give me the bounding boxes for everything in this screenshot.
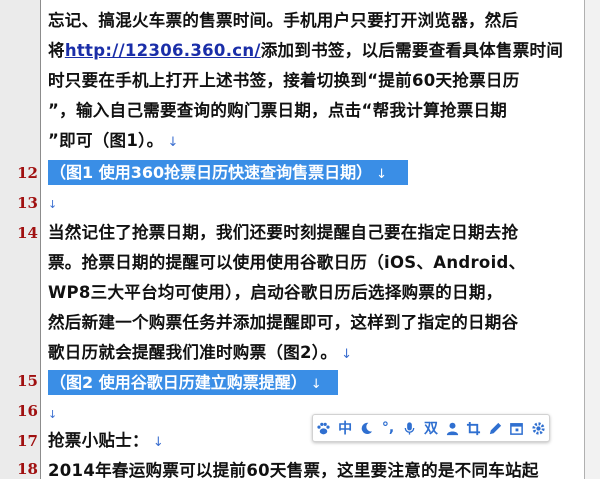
- text-line[interactable]: 然后新建一个购票任务并添加提醒即可，这样到了指定的日期谷: [48, 312, 518, 334]
- caption-text: （图2 使用谷歌日历建立购票提醒）: [50, 373, 307, 392]
- text-line[interactable]: 歌日历就会提醒我们准时购票（图2）。 ↓: [48, 342, 352, 366]
- line-number: 14: [17, 224, 38, 242]
- text-line[interactable]: 抢票小贴士： ↓: [48, 430, 164, 454]
- calendar-icon[interactable]: [507, 418, 527, 438]
- paragraph-mark: ↓: [310, 377, 322, 392]
- line-number: 13: [17, 194, 38, 212]
- crop-icon[interactable]: [464, 418, 484, 438]
- ime-floating-toolbar: 中 °, 双: [312, 414, 550, 442]
- paw-icon[interactable]: [314, 418, 334, 438]
- pen-icon[interactable]: [485, 418, 505, 438]
- gutter-divider: [40, 0, 41, 479]
- microphone-icon[interactable]: [400, 418, 420, 438]
- line-number: 18: [17, 460, 38, 478]
- text-segment: ”即可（图1）。: [48, 131, 164, 150]
- text-line[interactable]: 忘记、搞混火车票的售票时间。手机用户只要打开浏览器，然后: [48, 10, 518, 32]
- chinese-input-button[interactable]: 中: [335, 418, 355, 438]
- text-line[interactable]: 时只要在手机上打开上述书签，接着切换到“提前60天抢票日历: [48, 70, 520, 92]
- text-line[interactable]: 将http://12306.360.cn/添加到书签，以后需要查看具体售票时间: [48, 40, 563, 62]
- paragraph-mark: ↓: [376, 167, 388, 182]
- double-pinyin-button[interactable]: 双: [421, 418, 441, 438]
- line-number: 16: [17, 402, 38, 420]
- settings-gear-icon[interactable]: [528, 418, 548, 438]
- text-segment: 将: [48, 41, 65, 60]
- figure-caption-selected[interactable]: （图2 使用谷歌日历建立购票提醒） ↓: [50, 370, 322, 397]
- url-link[interactable]: http://12306.360.cn/: [65, 41, 261, 60]
- right-margin: [585, 0, 600, 479]
- text-line[interactable]: ”即可（图1）。 ↓: [48, 130, 179, 154]
- user-icon[interactable]: [442, 418, 462, 438]
- caption-text: （图1 使用360抢票日历快速查询售票日期）: [50, 163, 373, 182]
- paragraph-mark: ↓: [48, 408, 58, 421]
- paragraph-mark: ↓: [341, 347, 353, 362]
- empty-line[interactable]: ↓: [48, 192, 58, 216]
- text-line[interactable]: 当然记住了抢票日期，我们还要时刻提醒自己要在指定日期去抢: [48, 222, 518, 244]
- text-line[interactable]: ”，输入自己需要查询的购门票日期，点击“帮我计算抢票日期: [48, 100, 507, 122]
- text-segment: 添加到书签，以后需要查看具体售票时间: [260, 41, 564, 60]
- empty-line[interactable]: ↓: [48, 402, 58, 426]
- paragraph-mark: ↓: [167, 135, 179, 150]
- line-number: 17: [17, 432, 38, 450]
- punctuation-button[interactable]: °,: [378, 418, 398, 438]
- text-line[interactable]: 票。抢票日期的提醒可以使用使用谷歌日历（iOS、Android、: [48, 252, 525, 274]
- paragraph-mark: ↓: [48, 198, 58, 211]
- figure-caption-selected[interactable]: （图1 使用360抢票日历快速查询售票日期） ↓: [50, 160, 387, 187]
- text-line[interactable]: WP8三大平台均可使用），启动谷歌日历后选择购票的日期，: [48, 282, 502, 304]
- text-segment: 歌日历就会提醒我们准时购票（图2）。: [48, 343, 338, 362]
- paragraph-mark: ↓: [152, 435, 165, 450]
- line-number: 15: [17, 372, 38, 390]
- line-number: 12: [17, 164, 38, 182]
- text-segment: 抢票小贴士：: [48, 431, 149, 450]
- half-width-moon-icon[interactable]: [357, 418, 377, 438]
